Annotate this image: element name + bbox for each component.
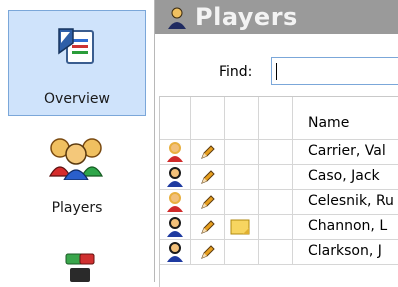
player-name: Caso, Jack — [308, 168, 380, 184]
text-caret — [276, 63, 277, 80]
table-row[interactable]: Channon, L — [160, 215, 398, 240]
search-input[interactable] — [271, 57, 398, 85]
players-panel: Players Find: Name Carrier, Val Caso, Jac… — [155, 0, 398, 287]
table-row[interactable]: Caso, Jack — [160, 165, 398, 190]
sidebar-item-overview[interactable]: Overview — [8, 10, 146, 116]
players-group-icon — [48, 138, 104, 180]
player-name: Carrier, Val — [308, 143, 386, 159]
sidebar-item-players[interactable]: Players — [8, 126, 146, 226]
sidebar: Overview Players — [0, 0, 155, 282]
players-table: Name Carrier, Val Caso, Jack Celesnik, Ru C… — [159, 96, 398, 287]
pencil-icon[interactable] — [200, 144, 216, 160]
table-row[interactable]: Carrier, Val — [160, 140, 398, 165]
female-player-icon — [167, 192, 183, 212]
sidebar-item-label: Overview — [44, 91, 110, 107]
pencil-icon[interactable] — [200, 169, 216, 185]
pencil-icon[interactable] — [200, 194, 216, 210]
male-player-icon — [167, 167, 183, 187]
female-player-icon — [167, 142, 183, 162]
page-title: Players — [195, 3, 298, 31]
male-player-icon — [167, 217, 183, 237]
overview-document-icon — [58, 28, 94, 64]
table-row[interactable]: Celesnik, Ru — [160, 190, 398, 215]
pencil-icon[interactable] — [200, 219, 216, 235]
pencil-icon[interactable] — [200, 244, 216, 260]
table-header-row: Name — [160, 97, 398, 140]
table-row[interactable]: Clarkson, J — [160, 240, 398, 265]
player-name: Celesnik, Ru — [308, 193, 394, 209]
player-name: Channon, L — [308, 218, 388, 234]
panel-header: Players — [155, 0, 398, 34]
male-player-icon — [167, 242, 183, 262]
search-label: Find: — [219, 64, 253, 80]
sidebar-item-label: Players — [51, 200, 103, 216]
teams-icon — [65, 253, 95, 282]
column-header-name[interactable]: Name — [308, 115, 349, 131]
player-name: Clarkson, J — [308, 243, 382, 259]
player-icon — [168, 7, 186, 29]
search-bar: Find: — [155, 34, 398, 94]
note-icon[interactable] — [230, 219, 250, 235]
sidebar-item-teams[interactable] — [8, 244, 146, 284]
